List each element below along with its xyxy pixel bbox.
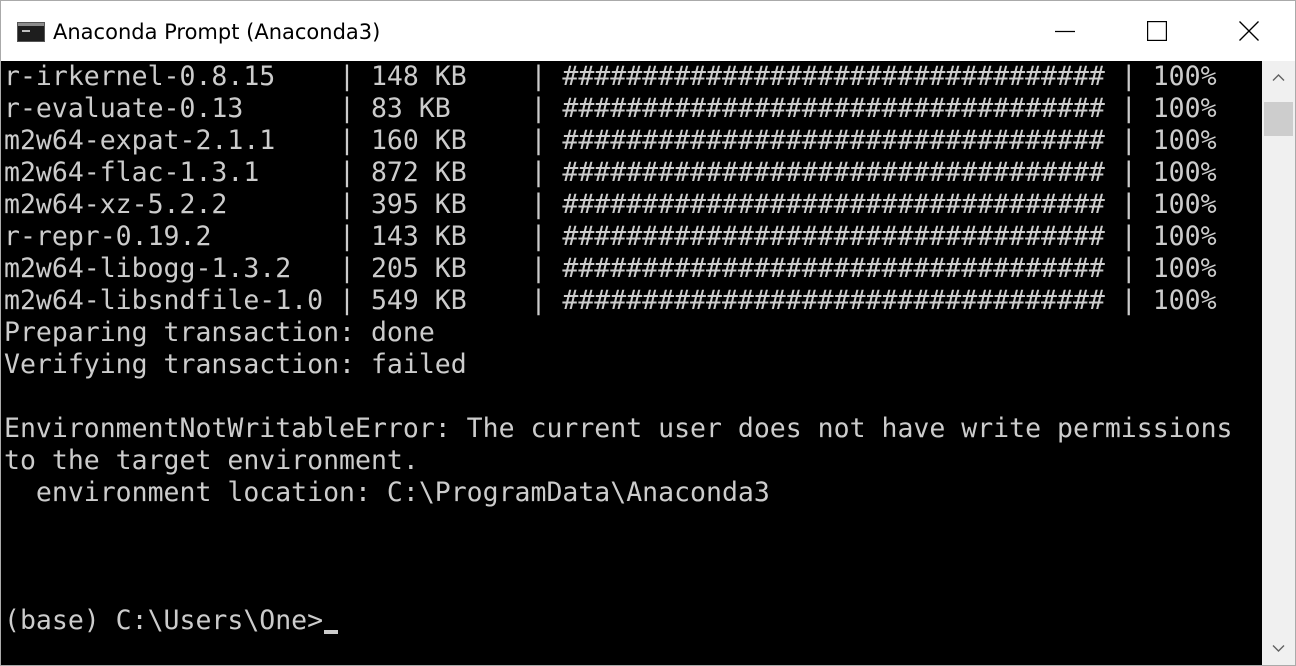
console-line: m2w64-xz-5.2.2 | 395 KB | ##############…: [4, 189, 1217, 220]
console-lines: r-irkernel-0.8.15 | 148 KB | ###########…: [4, 61, 1233, 637]
maximize-icon: [1147, 21, 1167, 41]
console-line: m2w64-libogg-1.3.2 | 205 KB | ##########…: [4, 253, 1217, 284]
anaconda-prompt-window: Anaconda Prompt (Anaconda3) r-irkernel-0…: [0, 0, 1296, 666]
minimize-icon: [1055, 30, 1075, 33]
scroll-up-button[interactable]: [1262, 61, 1295, 95]
console-line: environment location: C:\ProgramData\Ana…: [4, 477, 770, 508]
console-window-icon[interactable]: [17, 22, 45, 42]
chevron-down-icon: [1272, 645, 1285, 652]
scroll-down-button[interactable]: [1262, 631, 1295, 665]
console-line: r-irkernel-0.8.15 | 148 KB | ###########…: [4, 61, 1217, 92]
console-line: r-repr-0.19.2 | 143 KB | ###############…: [4, 221, 1217, 252]
console-output[interactable]: r-irkernel-0.8.15 | 148 KB | ###########…: [1, 61, 1262, 665]
scrollbar-thumb[interactable]: [1264, 102, 1293, 136]
prompt-line[interactable]: (base) C:\Users\One>: [4, 605, 1233, 637]
text-cursor: [324, 630, 339, 634]
vertical-scrollbar[interactable]: [1262, 61, 1295, 665]
window-title: Anaconda Prompt (Anaconda3): [53, 20, 381, 44]
maximize-button[interactable]: [1111, 1, 1203, 61]
console-line: to the target environment.: [4, 445, 419, 476]
console-line: m2w64-expat-2.1.1 | 160 KB | ###########…: [4, 125, 1217, 156]
title-bar[interactable]: Anaconda Prompt (Anaconda3): [1, 1, 1295, 61]
minimize-button[interactable]: [1019, 1, 1111, 61]
close-icon: [1239, 21, 1259, 41]
console-line: m2w64-libsndfile-1.0 | 549 KB | ########…: [4, 285, 1217, 316]
console-line: r-evaluate-0.13 | 83 KB | ##############…: [4, 93, 1217, 124]
command-prompt: (base) C:\Users\One>: [4, 605, 324, 636]
console-line: Verifying transaction: failed: [4, 349, 467, 380]
console-line: Preparing transaction: done: [4, 317, 435, 348]
console-line: m2w64-flac-1.3.1 | 872 KB | ############…: [4, 157, 1217, 188]
close-button[interactable]: [1203, 1, 1295, 61]
chevron-up-icon: [1272, 74, 1285, 81]
console-line: EnvironmentNotWritableError: The current…: [4, 413, 1233, 444]
